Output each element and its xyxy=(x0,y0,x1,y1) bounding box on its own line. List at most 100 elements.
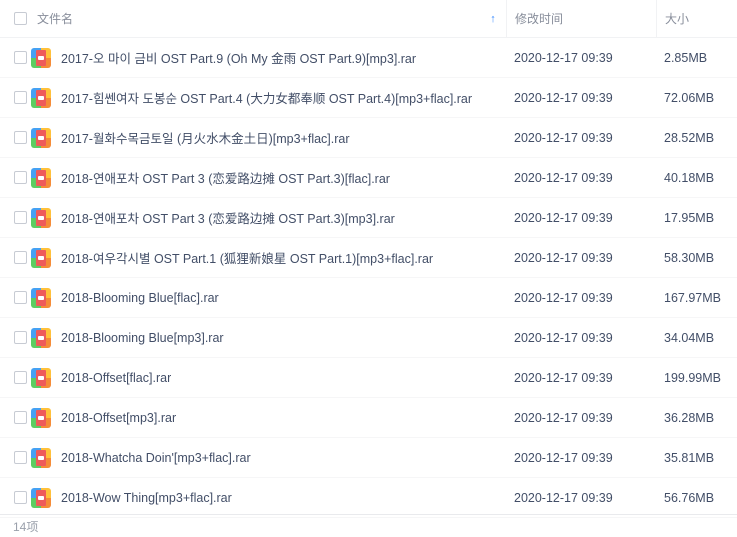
file-name-cell[interactable]: 2017-월화수목금토일 (月火水木金土日)[mp3+flac].rar xyxy=(29,118,506,157)
status-bar: 14项 xyxy=(0,514,737,537)
size-column-label: 大小 xyxy=(665,12,690,26)
file-name[interactable]: 2017-힘쎈여자 도봉순 OST Part.4 (大力女都奉顺 OST Par… xyxy=(61,88,472,107)
file-size-cell: 34.04MB xyxy=(656,318,737,357)
file-size-cell: 56.76MB xyxy=(656,478,737,517)
row-check-cell xyxy=(0,131,29,144)
modified-time-cell: 2020-12-17 09:39 xyxy=(506,118,656,157)
modified-time-cell: 2020-12-17 09:39 xyxy=(506,358,656,397)
file-row[interactable]: 2018-Wow Thing[mp3+flac].rar 2020-12-17 0… xyxy=(0,478,737,518)
file-size: 2.85MB xyxy=(664,50,708,65)
file-name-cell[interactable]: 2017-힘쎈여자 도봉순 OST Part.4 (大力女都奉顺 OST Par… xyxy=(29,78,506,117)
row-checkbox[interactable] xyxy=(14,411,27,424)
rar-archive-icon xyxy=(31,287,51,308)
row-checkbox[interactable] xyxy=(14,251,27,264)
file-size-cell: 58.30MB xyxy=(656,238,737,277)
row-checkbox[interactable] xyxy=(14,131,27,144)
time-column-header[interactable]: 修改时间 xyxy=(506,0,656,37)
row-checkbox[interactable] xyxy=(14,171,27,184)
modified-time: 2020-12-17 09:39 xyxy=(514,210,613,225)
row-checkbox[interactable] xyxy=(14,331,27,344)
file-row[interactable]: 2018-연애포차 OST Part 3 (恋爱路边摊 OST Part.3)[… xyxy=(0,198,737,238)
modified-time-cell: 2020-12-17 09:39 xyxy=(506,198,656,237)
row-check-cell xyxy=(0,451,29,464)
row-checkbox[interactable] xyxy=(14,491,27,504)
file-name-cell[interactable]: 2018-Whatcha Doin'[mp3+flac].rar xyxy=(29,438,506,477)
file-name-cell[interactable]: 2018-Offset[flac].rar xyxy=(29,358,506,397)
row-checkbox[interactable] xyxy=(14,371,27,384)
file-row[interactable]: 2018-연애포차 OST Part 3 (恋爱路边摊 OST Part.3)[… xyxy=(0,158,737,198)
file-size-cell: 2.85MB xyxy=(656,38,737,77)
modified-time: 2020-12-17 09:39 xyxy=(514,250,613,265)
rar-archive-icon xyxy=(31,447,51,468)
row-check-cell xyxy=(0,91,29,104)
modified-time-cell: 2020-12-17 09:39 xyxy=(506,398,656,437)
file-name[interactable]: 2018-Blooming Blue[flac].rar xyxy=(61,291,219,305)
row-check-cell xyxy=(0,331,29,344)
file-name[interactable]: 2018-Offset[flac].rar xyxy=(61,371,171,385)
row-checkbox[interactable] xyxy=(14,51,27,64)
file-row[interactable]: 2018-여우각시별 OST Part.1 (狐狸新娘星 OST Part.1)… xyxy=(0,238,737,278)
file-row[interactable]: 2017-월화수목금토일 (月火水木金土日)[mp3+flac].rar 2020… xyxy=(0,118,737,158)
file-row[interactable]: 2018-Whatcha Doin'[mp3+flac].rar 2020-12-… xyxy=(0,438,737,478)
file-size: 35.81MB xyxy=(664,450,715,465)
file-name-cell[interactable]: 2018-연애포차 OST Part 3 (恋爱路边摊 OST Part.3)[… xyxy=(29,198,506,237)
row-check-cell xyxy=(0,491,29,504)
file-name-cell[interactable]: 2017-오 마이 금비 OST Part.9 (Oh My 金雨 OST Pa… xyxy=(29,38,506,77)
modified-time-cell: 2020-12-17 09:39 xyxy=(506,478,656,517)
rar-archive-icon xyxy=(31,407,51,428)
row-checkbox[interactable] xyxy=(14,451,27,464)
file-size-cell: 40.18MB xyxy=(656,158,737,197)
file-name-cell[interactable]: 2018-여우각시별 OST Part.1 (狐狸新娘星 OST Part.1)… xyxy=(29,238,506,277)
item-count: 14项 xyxy=(13,519,39,534)
row-check-cell xyxy=(0,291,29,304)
file-row[interactable]: 2018-Blooming Blue[mp3].rar 2020-12-17 09… xyxy=(0,318,737,358)
file-name-cell[interactable]: 2018-Blooming Blue[mp3].rar xyxy=(29,318,506,357)
file-name[interactable]: 2017-오 마이 금비 OST Part.9 (Oh My 金雨 OST Pa… xyxy=(61,48,416,67)
file-row[interactable]: 2017-힘쎈여자 도봉순 OST Part.4 (大力女都奉顺 OST Par… xyxy=(0,78,737,118)
file-size: 58.30MB xyxy=(664,250,715,265)
file-name[interactable]: 2018-Offset[mp3].rar xyxy=(61,411,176,425)
file-name[interactable]: 2018-여우각시별 OST Part.1 (狐狸新娘星 OST Part.1)… xyxy=(61,248,433,267)
file-size: 34.04MB xyxy=(664,330,715,345)
file-row[interactable]: 2017-오 마이 금비 OST Part.9 (Oh My 金雨 OST Pa… xyxy=(0,38,737,78)
select-all-checkbox[interactable] xyxy=(14,12,27,25)
modified-time: 2020-12-17 09:39 xyxy=(514,490,613,505)
rar-archive-icon xyxy=(31,87,51,108)
file-size-cell: 28.52MB xyxy=(656,118,737,157)
row-checkbox[interactable] xyxy=(14,291,27,304)
row-check-cell xyxy=(0,171,29,184)
file-size: 36.28MB xyxy=(664,410,715,425)
file-size-cell: 35.81MB xyxy=(656,438,737,477)
file-size-cell: 17.95MB xyxy=(656,198,737,237)
file-name-cell[interactable]: 2018-Wow Thing[mp3+flac].rar xyxy=(29,478,506,517)
modified-time-cell: 2020-12-17 09:39 xyxy=(506,158,656,197)
file-name[interactable]: 2017-월화수목금토일 (月火水木金土日)[mp3+flac].rar xyxy=(61,128,350,147)
file-size: 17.95MB xyxy=(664,210,715,225)
modified-time: 2020-12-17 09:39 xyxy=(514,290,613,305)
modified-time-cell: 2020-12-17 09:39 xyxy=(506,438,656,477)
modified-time-cell: 2020-12-17 09:39 xyxy=(506,238,656,277)
name-column-header[interactable]: 文件名 ↑ xyxy=(29,0,506,37)
row-checkbox[interactable] xyxy=(14,211,27,224)
arrow-up-icon[interactable]: ↑ xyxy=(488,13,498,25)
file-name-cell[interactable]: 2018-연애포차 OST Part 3 (恋爱路边摊 OST Part.3)[… xyxy=(29,158,506,197)
file-row[interactable]: 2018-Offset[flac].rar 2020-12-17 09:39 199… xyxy=(0,358,737,398)
file-size-cell: 36.28MB xyxy=(656,398,737,437)
file-name[interactable]: 2018-연애포차 OST Part 3 (恋爱路边摊 OST Part.3)[… xyxy=(61,208,395,227)
file-name[interactable]: 2018-Whatcha Doin'[mp3+flac].rar xyxy=(61,451,251,465)
file-name[interactable]: 2018-Blooming Blue[mp3].rar xyxy=(61,331,224,345)
rar-archive-icon xyxy=(31,207,51,228)
rar-archive-icon xyxy=(31,247,51,268)
row-checkbox[interactable] xyxy=(14,91,27,104)
size-column-header[interactable]: 大小 xyxy=(656,0,737,37)
file-row[interactable]: 2018-Offset[mp3].rar 2020-12-17 09:39 36.2… xyxy=(0,398,737,438)
file-size-cell: 72.06MB xyxy=(656,78,737,117)
file-row[interactable]: 2018-Blooming Blue[flac].rar 2020-12-17 0… xyxy=(0,278,737,318)
file-name-cell[interactable]: 2018-Blooming Blue[flac].rar xyxy=(29,278,506,317)
file-name[interactable]: 2018-Wow Thing[mp3+flac].rar xyxy=(61,491,232,505)
select-all-cell xyxy=(0,12,29,25)
modified-time-cell: 2020-12-17 09:39 xyxy=(506,38,656,77)
file-list: 2017-오 마이 금비 OST Part.9 (Oh My 金雨 OST Pa… xyxy=(0,38,737,518)
file-name-cell[interactable]: 2018-Offset[mp3].rar xyxy=(29,398,506,437)
file-name[interactable]: 2018-연애포차 OST Part 3 (恋爱路边摊 OST Part.3)[… xyxy=(61,168,390,187)
